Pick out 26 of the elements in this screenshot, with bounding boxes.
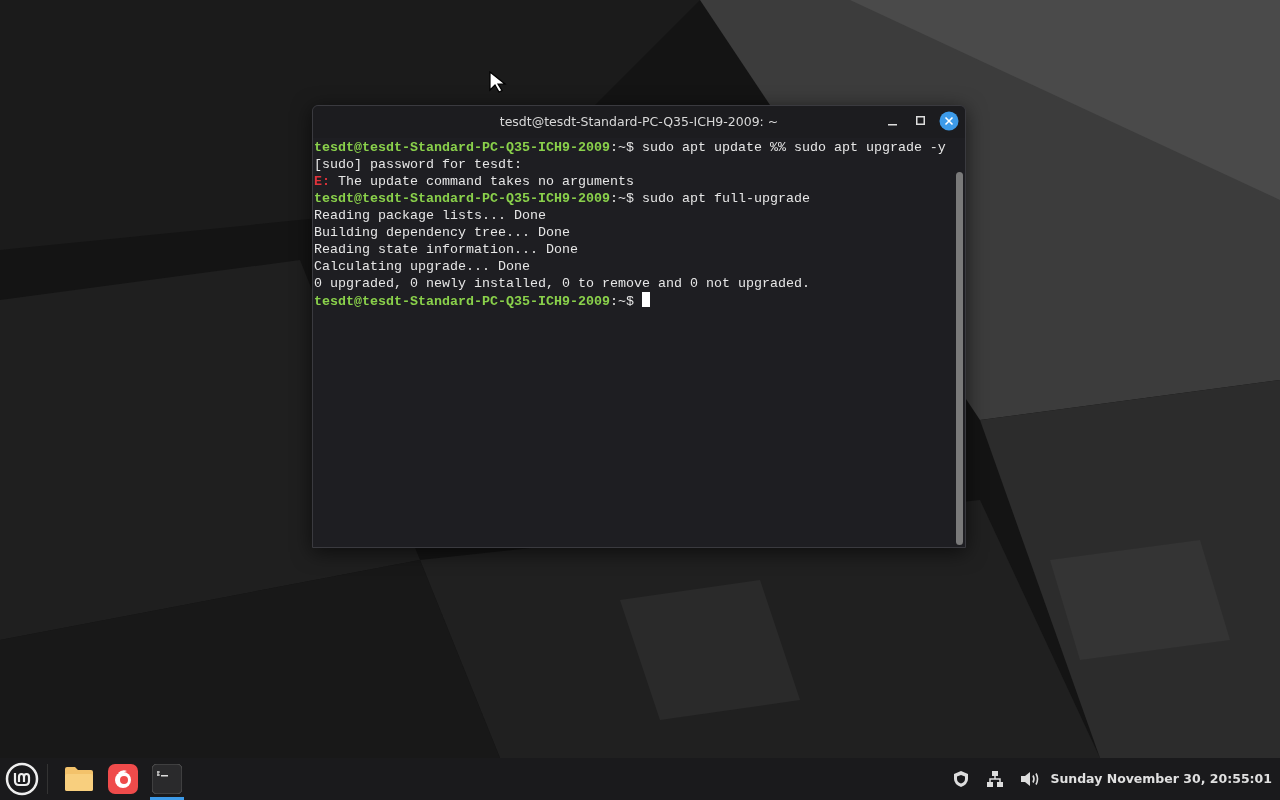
output-line: [sudo] password for tesdt:	[314, 157, 522, 172]
prompt-path: :~$	[609, 191, 634, 206]
active-indicator	[150, 797, 184, 800]
output-line: Reading package lists... Done	[314, 208, 546, 223]
network-icon[interactable]	[986, 770, 1005, 788]
output-line: Calculating upgrade... Done	[314, 259, 530, 274]
shield-icon[interactable]	[952, 770, 971, 788]
scrollbar[interactable]	[956, 172, 963, 545]
command-text: sudo apt full-upgrade	[641, 191, 810, 206]
prompt-user-host: tesdt@tesdt-Standard-PC-Q35-ICH9-2009	[314, 294, 610, 309]
menu-logo-icon[interactable]	[5, 762, 39, 796]
error-label: E:	[314, 174, 330, 189]
close-button[interactable]	[939, 111, 959, 131]
output-line: Reading state information... Done	[314, 242, 578, 257]
prompt-user-host: tesdt@tesdt-Standard-PC-Q35-ICH9-2009	[314, 140, 610, 155]
prompt-user-host: tesdt@tesdt-Standard-PC-Q35-ICH9-2009	[314, 191, 610, 206]
error-message: The update command takes no arguments	[338, 174, 634, 189]
output-line: 0 upgraded, 0 newly installed, 0 to remove and 0 not upgraded.	[314, 276, 810, 291]
prompt-path: :~$	[609, 294, 634, 309]
output-line: Building dependency tree... Done	[314, 225, 570, 240]
window-title: tesdt@tesdt-Standard-PC-Q35-ICH9-2009: ~	[498, 112, 780, 131]
clock[interactable]: Sunday November 30, 20:55:01	[1050, 769, 1272, 789]
volume-icon[interactable]	[1020, 771, 1041, 787]
command-text: sudo apt update %% sudo apt upgrade -y	[641, 140, 946, 155]
prompt-path: :~$	[609, 140, 634, 155]
mouse-pointer-icon	[489, 71, 507, 93]
